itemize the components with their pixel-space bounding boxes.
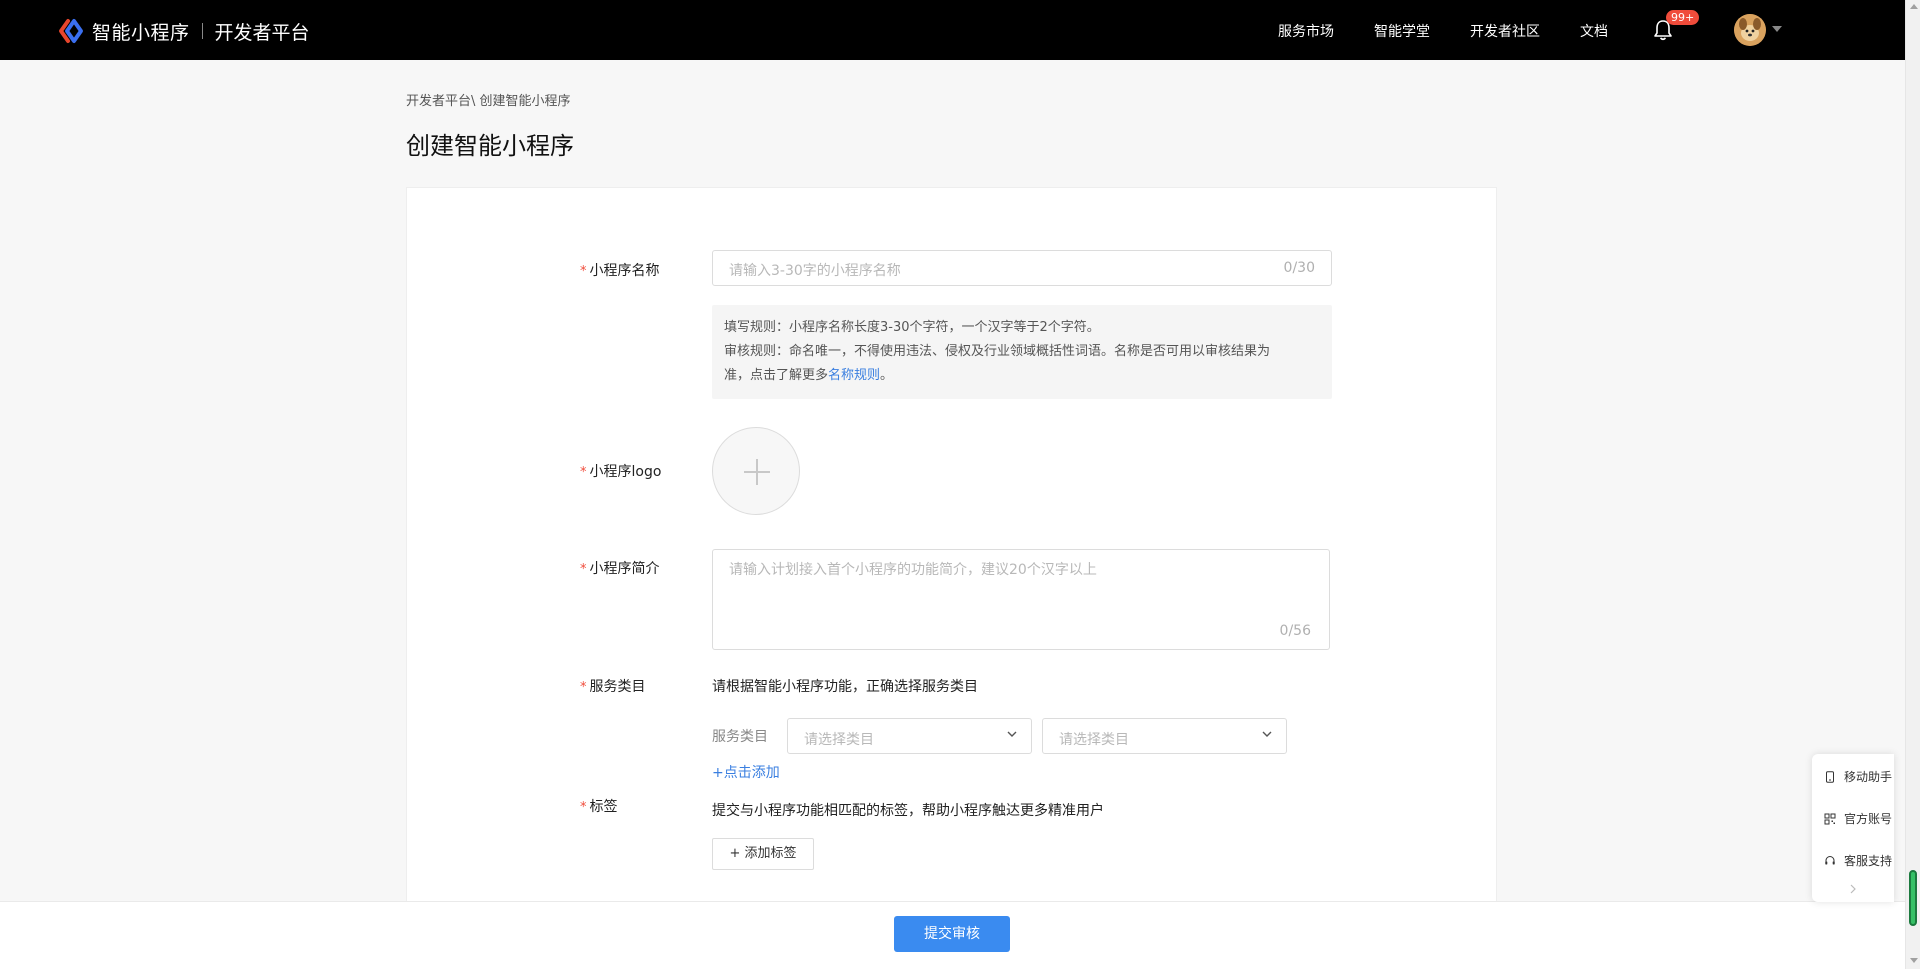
category-label: * 服务类目 <box>580 676 646 696</box>
helper-mobile-assistant-label: 移动助手 <box>1844 770 1893 784</box>
helper-mobile-assistant[interactable]: 移动助手 <box>1824 768 1892 785</box>
chevron-down-icon <box>1007 731 1017 737</box>
intro-textarea-placeholder: 请输入计划接入首个小程序的功能简介，建议20个汉字以上 <box>729 562 1097 578</box>
form-card <box>406 187 1497 907</box>
headset-icon <box>1825 855 1835 864</box>
breadcrumb-parent[interactable]: 开发者平台\ <box>406 94 475 109</box>
plus-icon-vertical <box>756 459 758 485</box>
helper-customer-support[interactable]: 客服支持 <box>1824 852 1892 869</box>
name-label-text: 小程序名称 <box>589 263 660 279</box>
rules-line-3-end: 。 <box>880 368 894 383</box>
helper-customer-support-label: 客服支持 <box>1844 854 1893 868</box>
scroll-up-arrow-icon[interactable] <box>1910 4 1918 9</box>
category-label-text: 服务类目 <box>589 679 646 695</box>
tags-label-text: 标签 <box>589 799 618 815</box>
qrcode-icon <box>1824 813 1836 824</box>
brand-divider <box>201 23 203 39</box>
category-select-secondary-placeholder: 请选择类目 <box>1059 732 1129 748</box>
notification-badge: 99+ <box>1666 10 1700 25</box>
name-input[interactable]: 请输入3-30字的小程序名称 0/30 <box>712 250 1332 286</box>
category-select-primary[interactable]: 请选择类目 <box>787 718 1032 754</box>
page-scrollbar[interactable] <box>1905 0 1920 969</box>
submit-review-button[interactable]: 提交审核 <box>894 916 1010 952</box>
brand-name: 智能小程序 <box>92 21 190 44</box>
add-category-link[interactable]: +点击添加 <box>712 762 780 782</box>
add-tag-button[interactable]: + 添加标签 <box>712 838 814 870</box>
page-title: 创建智能小程序 <box>406 132 574 160</box>
name-rules-link[interactable]: 名称规则 <box>828 368 880 383</box>
logo-label: * 小程序logo <box>580 461 661 481</box>
name-rules-box: 填写规则：小程序名称长度3-30个字符，一个汉字等于2个字符。 审核规则：命名唯… <box>712 305 1332 399</box>
logo-upload-button[interactable] <box>712 427 800 515</box>
required-mark: * <box>580 465 587 480</box>
name-input-placeholder: 请输入3-30字的小程序名称 <box>729 263 901 279</box>
required-mark: * <box>580 680 587 695</box>
rules-line-3: 准，点击了解更多名称规则。 <box>724 364 1320 388</box>
helper-official-account[interactable]: 官方账号 <box>1824 810 1892 827</box>
brand[interactable]: 智能小程序 开发者平台 <box>58 17 310 45</box>
mobile-icon <box>1826 770 1834 783</box>
name-char-counter: 0/30 <box>1283 260 1315 276</box>
nav-service-market[interactable]: 服务市场 <box>1278 21 1334 41</box>
floating-helper-panel: 移动助手 官方账号 客服支持 <box>1812 754 1894 902</box>
required-mark: * <box>580 264 587 279</box>
tags-label: * 标签 <box>580 796 618 816</box>
caret-down-icon[interactable] <box>1772 26 1782 32</box>
breadcrumb-current: 创建智能小程序 <box>475 94 571 109</box>
scrollbar-thumb[interactable] <box>1909 870 1917 926</box>
nav-developer-community[interactable]: 开发者社区 <box>1470 21 1540 41</box>
category-hint: 请根据智能小程序功能，正确选择服务类目 <box>712 679 978 695</box>
chevron-down-icon <box>1262 731 1272 737</box>
chevron-right-icon[interactable] <box>1848 884 1858 894</box>
nav-smart-academy[interactable]: 智能学堂 <box>1374 21 1430 41</box>
category-sub-label: 服务类目 <box>712 729 768 745</box>
brand-subtitle: 开发者平台 <box>214 21 310 44</box>
category-select-secondary[interactable]: 请选择类目 <box>1042 718 1287 754</box>
nav-docs[interactable]: 文档 <box>1580 21 1608 41</box>
top-navigation-bar: 智能小程序 开发者平台 服务市场 智能学堂 开发者社区 文档 99+ <box>0 0 1905 60</box>
required-mark: * <box>580 800 587 815</box>
intro-label: * 小程序简介 <box>580 558 660 578</box>
tags-hint: 提交与小程序功能相匹配的标签，帮助小程序触达更多精准用户 <box>712 803 1104 819</box>
name-label: * 小程序名称 <box>580 260 660 280</box>
avatar[interactable] <box>1734 14 1766 46</box>
logo-label-text: 小程序logo <box>589 464 662 480</box>
rules-line-1: 填写规则：小程序名称长度3-30个字符，一个汉字等于2个字符。 <box>724 320 1100 335</box>
intro-textarea[interactable]: 请输入计划接入首个小程序的功能简介，建议20个汉字以上 0/56 <box>712 549 1330 650</box>
breadcrumb: 开发者平台\ 创建智能小程序 <box>406 90 571 109</box>
category-select-primary-placeholder: 请选择类目 <box>804 732 874 748</box>
intro-label-text: 小程序简介 <box>589 561 660 577</box>
rules-line-3-text: 准，点击了解更多 <box>724 368 829 383</box>
rules-line-2: 审核规则：命名唯一，不得使用违法、侵权及行业领域概括性词语。名称是否可用以审核结… <box>724 344 1271 359</box>
brand-logo-icon <box>59 19 83 43</box>
scroll-down-arrow-icon[interactable] <box>1910 958 1918 963</box>
required-mark: * <box>580 562 587 577</box>
avatar-image <box>1734 14 1766 46</box>
helper-official-account-label: 官方账号 <box>1844 812 1893 826</box>
intro-char-counter: 0/56 <box>1279 623 1311 639</box>
